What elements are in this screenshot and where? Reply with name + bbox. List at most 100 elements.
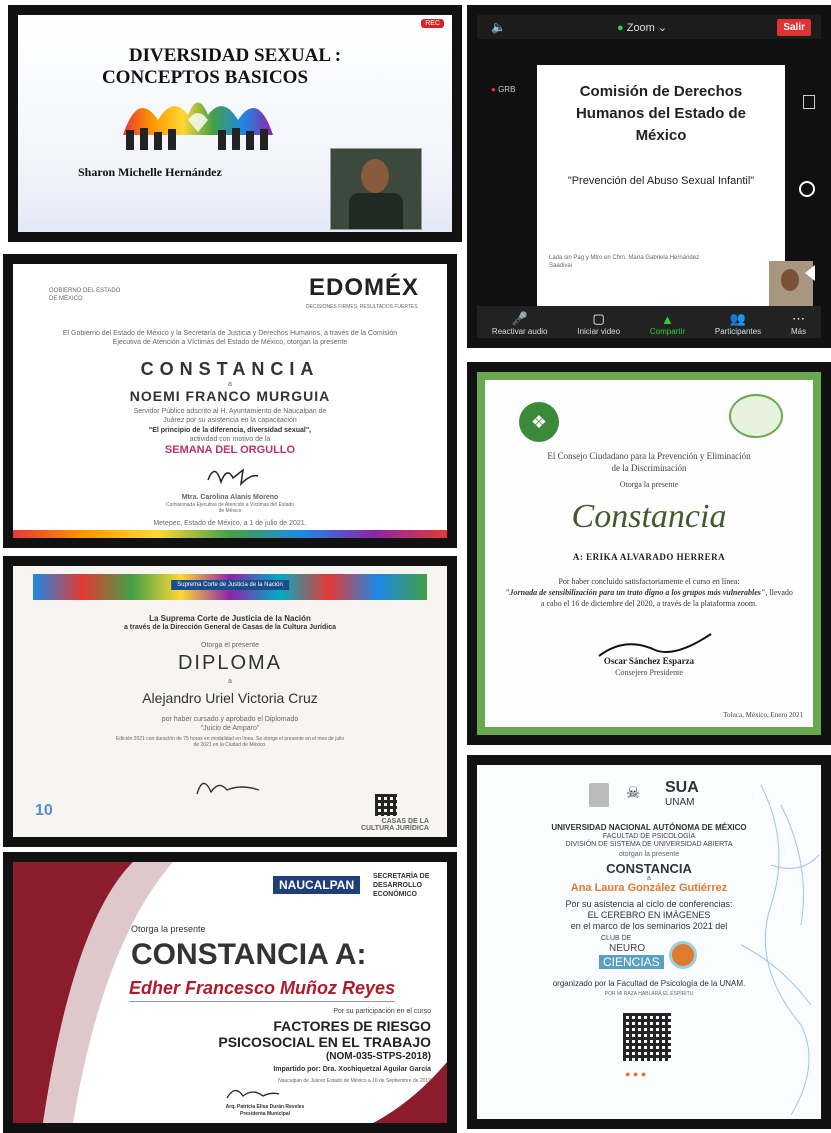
scjn-signature (196, 782, 260, 795)
edomex-signer-role: Comisionada Ejecutiva de Atención a Víct… (165, 502, 295, 515)
side-control-circle[interactable] (799, 181, 815, 197)
shared-screen: Comisión de Derechos Humanos del Estado … (537, 65, 813, 307)
naucalpan-signer: Arq. Patricia Elisa Durán Reveles (225, 1104, 305, 1110)
unam-otorgan: otorgan la presente (618, 851, 680, 858)
sua-logo: SUA UNAM (665, 779, 699, 808)
speaker-volume-icon[interactable]: 🔈 (491, 20, 506, 34)
unam-body2: en el marco de los seminarios 2021 del (570, 921, 728, 931)
edomex-signature (207, 468, 259, 487)
unam-crest (589, 783, 609, 807)
scjn-qr-code (375, 794, 397, 816)
consejo-body: Por haber concluido satisfactoriamente e… (503, 576, 795, 609)
sua-label: SUA (665, 779, 699, 796)
zoom-shield-icon: ● (617, 22, 624, 34)
edomex-place: Metepec, Estado de México, a 1 de julio … (153, 520, 307, 527)
participants-button[interactable]: 👥 Participantes (715, 311, 761, 336)
more-icon: ⋯ (792, 311, 806, 326)
naucalpan-course-line1: FACTORES DE RIESGO (273, 1018, 431, 1034)
naucalpan-signer-role: Presidenta Municipal (239, 1111, 290, 1117)
scjn-course: "Juicio de Amparo" (200, 725, 260, 732)
club-neurociencias-logo: CLUB DE NEURO CIENCIAS (581, 935, 701, 973)
start-video-label: Iniciar video (577, 327, 621, 336)
scjn-mosaic-banner: Suprema Corte de Justicia de la Nación (33, 574, 427, 600)
consejo-signer: Oscar Sánchez Esparza (603, 656, 695, 666)
unam-division: DIVISIÓN DE SISTEMA DE UNIVERSIDAD ABIER… (565, 841, 733, 848)
consejo-place: Toluca, México, Enero 2021 (723, 711, 803, 719)
dove-logo: ❖ (519, 402, 559, 442)
naucalpan-recipient: Edher Francesco Muñoz Reyes (129, 978, 396, 1002)
naucalpan-place: Naucalpan de Juárez Estado de México a 1… (278, 1078, 431, 1084)
scjn-title: DIPLOMA (177, 652, 283, 674)
start-video-button[interactable]: ▢ Iniciar video (577, 311, 620, 336)
share-screen-icon: ▲ (661, 312, 674, 327)
scjn-recipient: Alejandro Uriel Victoria Cruz (142, 690, 318, 706)
naucalpan-secretaria: SECRETARÍA DE DESARROLLO ECONÓMICO (373, 873, 430, 898)
scjn-otorga: Otorga el presente (201, 642, 259, 649)
consejo-seal (729, 394, 783, 438)
naucalpan-otorga: Otorga la presente (131, 924, 206, 934)
consejo-course: "Jornada de sensibilización para un trat… (505, 588, 766, 597)
unam-organizer: organizado por la Facultad de Psicología… (552, 979, 746, 988)
diploma-scjn-panel: Suprema Corte de Justicia de la Nación L… (3, 556, 457, 847)
shared-footer: Lada sin Pag y Mtro en Chm. María Gabrie… (549, 255, 700, 269)
zoom-title[interactable]: ● Zoom ⌄ (617, 21, 667, 34)
share-screen-label: Compartir (649, 327, 686, 336)
shared-title: Comisión de Derechos Humanos del Estado … (575, 83, 747, 144)
rainbow-stripe (13, 530, 447, 538)
edomex-course: "El principio de la diferencia, diversid… (148, 427, 312, 434)
unmute-audio-label: Reactivar audio (491, 327, 548, 336)
edomex-intro: El Gobierno del Estado de México y la Se… (62, 330, 398, 346)
side-control-arrow[interactable] (805, 265, 815, 281)
scjn-body2: Edición 2021 con duración de 75 horas en… (115, 736, 345, 749)
side-control-square[interactable] (803, 95, 815, 109)
unam-recipient: Ana Laura González Gutiérrez (570, 882, 728, 894)
edomex-header-left: GOBIERNO DEL ESTADO DE MÉXICO (49, 288, 121, 302)
unam-qr-code (623, 1013, 671, 1061)
speaker-body (349, 193, 403, 229)
zoom-top-bar: 🔈 ● Zoom ⌄ Salir (477, 15, 821, 39)
share-screen-button[interactable]: ▲ Compartir (650, 312, 685, 336)
consejo-otorga: Otorga la presente (619, 480, 679, 489)
consejo-intro: El Consejo Ciudadano para la Prevención … (547, 451, 751, 473)
scjn-banner-label: Suprema Corte de Justicia de la Nación (171, 580, 289, 590)
exit-button[interactable]: Salir (777, 19, 811, 36)
unam-title: CONSTANCIA (606, 861, 692, 876)
certificate-consejo-panel: ❖ El Consejo Ciudadano para la Prevenció… (467, 362, 831, 745)
zoom-meeting-panel: 🔈 ● Zoom ⌄ Salir ● GRB Comisión de Derec… (467, 5, 831, 348)
unam-university: UNIVERSIDAD NACIONAL AUTÓNOMA DE MÉXICO (551, 823, 747, 832)
recording-indicator: ● GRB (491, 85, 516, 94)
certificate-naucalpan-panel: NAUCALPAN SECRETARÍA DE DESARROLLO ECONÓ… (3, 852, 457, 1133)
social-icons: ● ● ● (625, 1069, 647, 1079)
unmute-audio-button[interactable]: 🎤 Reactivar audio (492, 311, 548, 336)
unam-course: EL CEREBRO EN IMÁGENES (587, 910, 711, 920)
participants-icon: 👥 (729, 311, 747, 326)
edomex-title: CONSTANCIA (140, 359, 320, 379)
video-off-icon: ▢ (592, 311, 605, 326)
diploma-scjn: Suprema Corte de Justicia de la Nación L… (13, 566, 447, 837)
more-button[interactable]: ⋯ Más (791, 311, 806, 336)
psicologia-logo: ☠ (625, 785, 641, 802)
scjn-body: por haber cursado y aprobado el Diplomad… (161, 716, 299, 723)
sua-unam-label: UNAM (665, 797, 695, 808)
recording-label: GRB (498, 85, 516, 94)
slide-author: Sharon Michelle Hernández (78, 165, 222, 179)
microphone-muted-icon: 🎤 (511, 311, 528, 326)
certificate-edomex: GOBIERNO DEL ESTADO DE MÉXICO EDOMÉX DEC… (13, 264, 447, 538)
naucalpan-signature (226, 1089, 280, 1099)
consejo-body-text: Por haber concluido satisfactoriamente e… (558, 577, 740, 586)
rainbow-hands-illustration (123, 102, 273, 150)
unam-body: Por su asistencia al ciclo de conferenci… (565, 899, 733, 909)
certificate-unam-panel: ☠ SUA UNAM UNIVERSIDAD NACIONAL AUTÓNOMA… (467, 755, 831, 1129)
certificate-naucalpan: NAUCALPAN SECRETARÍA DE DESARROLLO ECONÓ… (13, 862, 447, 1123)
naucalpan-title: CONSTANCIA A: (131, 938, 367, 971)
certificate-unam: ☠ SUA UNAM UNIVERSIDAD NACIONAL AUTÓNOMA… (477, 765, 821, 1119)
certificate-consejo: ❖ El Consejo Ciudadano para la Prevenció… (477, 372, 821, 735)
slide-content: REC DIVERSIDAD SEXUAL : CONCEPTOS BASICO… (18, 15, 452, 232)
neuron-emblem-icon (669, 941, 697, 969)
scjn-footer-logo: CASAS DE LA CULTURA JURÍDICA (360, 818, 429, 832)
more-label: Más (790, 327, 807, 336)
edomex-logo: EDOMÉX (308, 274, 419, 301)
slide-panel-diversidad: REC DIVERSIDAD SEXUAL : CONCEPTOS BASICO… (8, 5, 462, 242)
speaker-head (361, 159, 389, 193)
edomex-logo-tag: DECISIONES FIRMES, RESULTADOS FUERTES. (305, 304, 419, 310)
